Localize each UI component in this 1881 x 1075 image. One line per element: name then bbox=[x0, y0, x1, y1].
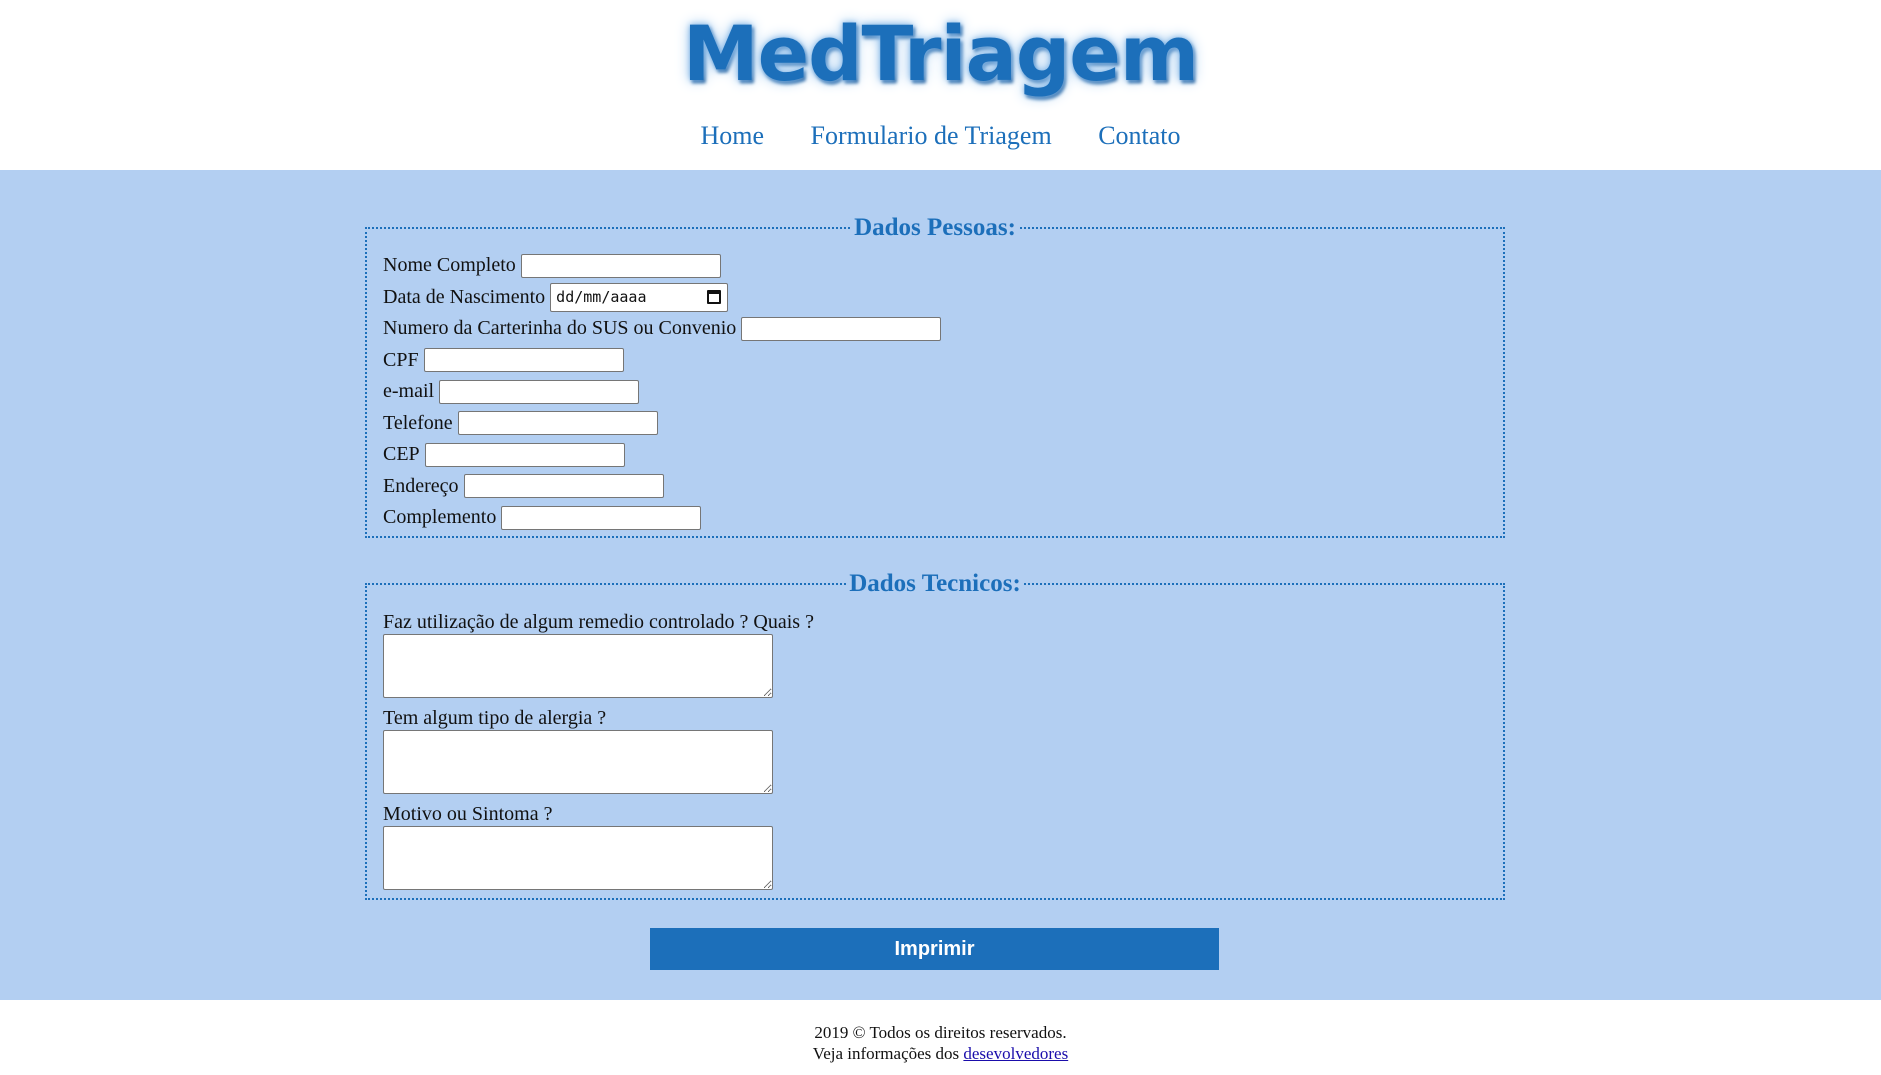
phone-input[interactable] bbox=[457, 411, 658, 436]
card-number-label: Numero da Carterinha do SUS ou Convenio bbox=[383, 317, 737, 340]
field-row-birth-date: Data de Nascimento dd/mm/aaaa bbox=[383, 282, 1487, 314]
developers-link[interactable]: desevolvedores bbox=[963, 1044, 1068, 1063]
address-input[interactable] bbox=[463, 474, 664, 499]
cep-input[interactable] bbox=[424, 442, 625, 467]
allergy-textarea[interactable] bbox=[383, 730, 773, 794]
card-number-input[interactable] bbox=[741, 316, 942, 341]
main-content: Dados Pessoas: Nome Completo Data de Nas… bbox=[0, 170, 1881, 1000]
print-button[interactable]: Imprimir bbox=[650, 928, 1219, 970]
field-row-address: Endereço bbox=[383, 471, 1487, 503]
cpf-label: CPF bbox=[383, 348, 419, 371]
birth-date-input[interactable]: dd/mm/aaaa bbox=[550, 282, 729, 312]
field-row-complement: Complemento bbox=[383, 502, 1487, 534]
email-label: e-mail bbox=[383, 380, 435, 403]
site-footer: 2019 © Todos os direitos reservados. Vej… bbox=[0, 1022, 1881, 1064]
field-row-full-name: Nome Completo bbox=[383, 250, 1487, 282]
complement-input[interactable] bbox=[501, 505, 702, 530]
birth-date-placeholder: dd/mm/aaaa bbox=[556, 288, 647, 307]
medication-textarea[interactable] bbox=[383, 634, 773, 698]
developers-prefix: Veja informações dos bbox=[812, 1044, 964, 1063]
complement-label: Complemento bbox=[383, 506, 497, 529]
technical-data-legend: Dados Tecnicos: bbox=[849, 570, 1021, 597]
nav-home[interactable]: Home bbox=[700, 116, 764, 156]
logo: MedTriagem bbox=[682, 9, 1199, 98]
field-row-cep: CEP bbox=[383, 439, 1487, 471]
technical-data-fieldset: Dados Tecnicos: Faz utilização de algum … bbox=[365, 570, 1505, 900]
cpf-input[interactable] bbox=[423, 348, 624, 373]
nav-triage-form[interactable]: Formulario de Triagem bbox=[810, 116, 1051, 156]
allergy-question: Tem algum tipo de alergia ? bbox=[383, 707, 607, 729]
birth-date-label: Data de Nascimento bbox=[383, 285, 546, 308]
copyright-text: 2019 © Todos os direitos reservados. bbox=[814, 1023, 1067, 1042]
site-header: MedTriagem Home Formulario de Triagem Co… bbox=[0, 0, 1881, 170]
field-row-card-number: Numero da Carterinha do SUS ou Convenio bbox=[383, 313, 1487, 345]
calendar-icon[interactable] bbox=[707, 290, 722, 305]
nav-contact[interactable]: Contato bbox=[1098, 116, 1180, 156]
medication-question: Faz utilização de algum remedio controla… bbox=[383, 611, 814, 633]
symptom-textarea[interactable] bbox=[383, 826, 773, 890]
personal-data-legend: Dados Pessoas: bbox=[854, 214, 1016, 241]
personal-data-fieldset: Dados Pessoas: Nome Completo Data de Nas… bbox=[365, 214, 1505, 538]
full-name-input[interactable] bbox=[520, 253, 721, 278]
developers-line: Veja informações dos desevolvedores bbox=[0, 1043, 1881, 1064]
full-name-label: Nome Completo bbox=[383, 254, 516, 277]
main-nav: Home Formulario de Triagem Contato bbox=[0, 116, 1881, 156]
cep-label: CEP bbox=[383, 443, 420, 466]
email-input[interactable] bbox=[439, 379, 640, 404]
symptom-question: Motivo ou Sintoma ? bbox=[383, 803, 553, 825]
address-label: Endereço bbox=[383, 474, 459, 497]
field-row-phone: Telefone bbox=[383, 408, 1487, 440]
field-row-cpf: CPF bbox=[383, 345, 1487, 377]
field-row-email: e-mail bbox=[383, 376, 1487, 408]
phone-label: Telefone bbox=[383, 411, 453, 434]
